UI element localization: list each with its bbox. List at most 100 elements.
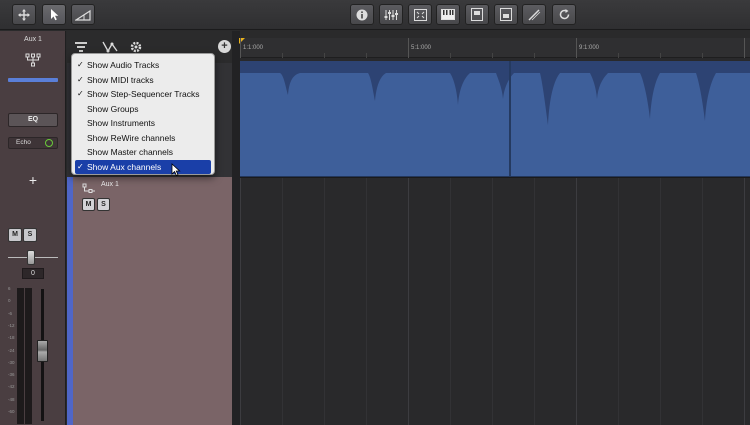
mixer-button[interactable] xyxy=(379,4,403,25)
selected-track-indicator xyxy=(67,177,73,425)
meter-scale-label: -12 xyxy=(8,322,15,328)
info-icon xyxy=(356,9,368,20)
meter-scale-label: -36 xyxy=(8,372,15,378)
menu-item-label: Show Master channels xyxy=(87,147,173,157)
browser-icon xyxy=(471,8,483,21)
menu-item[interactable]: ✓ Show Aux channels xyxy=(75,159,211,174)
editor-icon xyxy=(413,8,427,21)
pointer-icon xyxy=(51,9,59,21)
show-tracks-menu: ✓ Show Audio Tracks ✓ Show MIDI tracks ✓ Show… xyxy=(71,53,215,175)
grid-line xyxy=(366,178,367,425)
audio-clip-waveform[interactable] xyxy=(240,61,750,177)
power-icon[interactable] xyxy=(45,139,53,147)
automation-ramp-icon xyxy=(75,9,91,21)
keyboard-button[interactable] xyxy=(436,4,460,25)
aux-track-name[interactable]: Aux 1 xyxy=(101,181,119,188)
menu-item-label: Show Groups xyxy=(87,103,139,114)
timeline-ruler[interactable]: 1:1:000 5:1:000 9:1:000 xyxy=(239,38,750,58)
aux-routing-icon xyxy=(82,183,95,193)
grid-line xyxy=(618,178,619,425)
menu-item[interactable]: Show Groups xyxy=(72,102,214,117)
keyboard-icon xyxy=(441,9,455,20)
sound-bank-button[interactable] xyxy=(494,4,518,25)
checkmark-icon: ✓ xyxy=(77,161,84,171)
aux-mute-button[interactable]: M xyxy=(82,198,95,211)
checkmark-icon: ✓ xyxy=(77,89,84,98)
sound-bank-icon xyxy=(500,8,512,21)
ruler-tick xyxy=(408,38,409,58)
ruler-label: 5:1:000 xyxy=(411,45,432,51)
pointer-tool-button[interactable] xyxy=(42,4,66,25)
splitter[interactable] xyxy=(232,31,240,425)
browser-button[interactable] xyxy=(465,4,489,25)
aux-lane-divider xyxy=(240,177,750,178)
level-meter-left xyxy=(17,288,24,424)
menu-item[interactable]: Show Instruments xyxy=(72,116,214,131)
menu-item-label: Show Step-Sequencer Tracks xyxy=(87,89,200,99)
ruler-label: 9:1:000 xyxy=(579,45,600,51)
aux-track-header[interactable]: Aux 1 M S xyxy=(67,177,232,425)
channel-strip: Aux 1 EQ Echo + M S 0 6 0 -6 -12 -18 -24 -30 -3… xyxy=(0,31,66,425)
grid-line xyxy=(240,178,241,425)
meter-scale-label: -30 xyxy=(8,359,15,365)
editor-button[interactable] xyxy=(408,4,432,25)
tuner-icon xyxy=(528,8,541,21)
checkmark-icon: ✓ xyxy=(77,74,84,84)
menu-item[interactable]: Show Master channels xyxy=(72,145,214,160)
loop-button[interactable] xyxy=(552,4,576,25)
checkmark-icon: ✓ xyxy=(77,60,84,69)
meter-scale-label: 6 xyxy=(8,286,11,291)
pan-value[interactable]: 0 xyxy=(22,268,44,279)
grid-line xyxy=(408,178,409,425)
menu-item-label: Show Aux channels xyxy=(87,161,162,172)
menu-item-label: Show Instruments xyxy=(87,118,156,128)
solo-button[interactable]: S xyxy=(23,228,37,242)
meter-scale-label: -48 xyxy=(8,396,15,402)
meter-scale-label: -60 xyxy=(8,409,15,414)
main-toolbar xyxy=(0,0,750,30)
menu-item-label: Show MIDI tracks xyxy=(87,74,154,85)
add-effect-button[interactable]: + xyxy=(26,173,40,187)
ruler-tick xyxy=(576,38,577,58)
move-tool-button[interactable] xyxy=(12,4,36,25)
routing-icon[interactable] xyxy=(25,53,41,67)
ruler-label: 1:1:000 xyxy=(243,45,264,51)
info-button[interactable] xyxy=(350,4,374,25)
ruler-tick xyxy=(744,38,745,58)
meter-scale-label: 0 xyxy=(8,298,11,304)
menu-item[interactable]: ✓ Show MIDI tracks xyxy=(72,73,214,88)
pan-slider[interactable] xyxy=(27,250,35,265)
menu-item[interactable]: ✓ Show Audio Tracks xyxy=(72,58,214,73)
menu-item[interactable]: ✓ Show Step-Sequencer Tracks xyxy=(72,87,214,102)
tuner-button[interactable] xyxy=(522,4,546,25)
grid-line xyxy=(450,178,451,425)
grid-line xyxy=(282,178,283,425)
effect-name: Echo xyxy=(16,139,31,146)
level-meter-right xyxy=(25,288,32,424)
meter-scale-label: -42 xyxy=(8,384,15,390)
mouse-cursor-icon xyxy=(171,163,181,177)
volume-fader[interactable] xyxy=(37,340,48,362)
effect-slot[interactable]: Echo xyxy=(8,137,58,149)
automation-tool-button[interactable] xyxy=(71,4,95,25)
grid-line xyxy=(492,178,493,425)
menu-item-label: Show Audio Tracks xyxy=(87,60,160,70)
aux-solo-button[interactable]: S xyxy=(97,198,110,211)
grid-line xyxy=(744,178,745,425)
mute-button[interactable]: M xyxy=(8,228,22,242)
arrangement-view[interactable] xyxy=(240,58,750,425)
move-arrows-icon xyxy=(18,8,30,21)
eq-button[interactable]: EQ xyxy=(8,113,58,127)
menu-item[interactable]: Show ReWire channels xyxy=(72,131,214,146)
grid-line xyxy=(576,178,577,425)
meter-scale: 6 0 -6 -12 -18 -24 -30 -36 -42 -48 -60 xyxy=(4,286,16,424)
grid-line xyxy=(702,178,703,425)
add-track-button[interactable]: + xyxy=(218,40,231,53)
meter-scale-label: -6 xyxy=(8,310,13,316)
menu-item-label: Show ReWire channels xyxy=(87,132,176,143)
channel-name: Aux 1 xyxy=(24,36,42,43)
grid-line xyxy=(534,178,535,425)
ruler-tick xyxy=(240,38,241,58)
meter-scale-label: -18 xyxy=(8,335,15,341)
loop-icon xyxy=(559,9,569,20)
